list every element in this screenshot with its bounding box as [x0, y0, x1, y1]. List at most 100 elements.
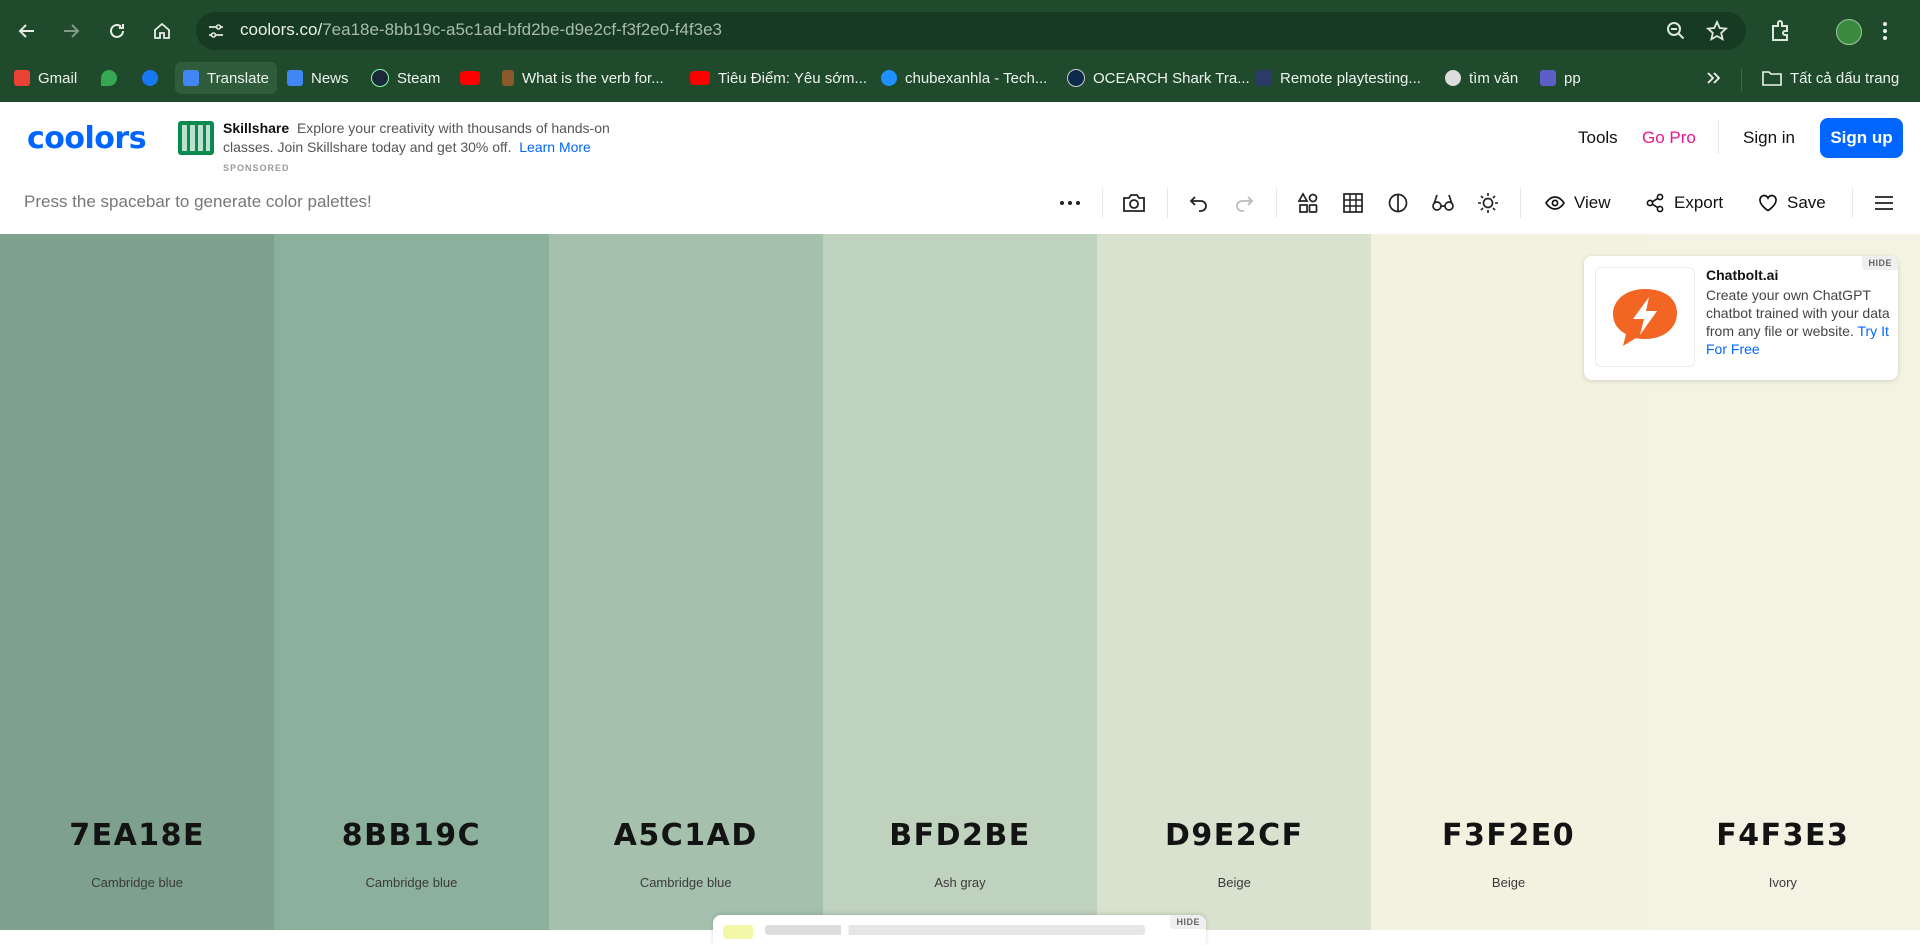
bookmark-steam[interactable]: Steam: [371, 62, 440, 94]
ad-brand: Skillshare: [223, 120, 290, 136]
shapes-icon[interactable]: [1295, 190, 1321, 216]
swatch-hex[interactable]: 8BB19C: [274, 818, 548, 853]
generate-hint: Press the spacebar to generate color pal…: [24, 192, 372, 211]
toolbar-divider: [1102, 188, 1103, 218]
more-options-icon[interactable]: [1057, 190, 1083, 216]
deer-icon: [502, 70, 514, 86]
toolbar-divider: [1276, 188, 1277, 218]
bookmark-verb[interactable]: What is the verb for...: [502, 62, 664, 94]
hide-ad-button[interactable]: HIDE: [1862, 256, 1898, 270]
ad-title: Chatbolt.ai: [1706, 267, 1779, 283]
bookmark-pp[interactable]: pp: [1540, 62, 1581, 94]
skillshare-ad[interactable]: Skillshare Explore your creativity with …: [223, 119, 663, 178]
coolors-logo[interactable]: coolors: [27, 121, 147, 156]
bookmark-remote-playtesting[interactable]: Remote playtesting...: [1256, 62, 1421, 94]
youtube-icon: [690, 71, 710, 85]
bookmark-translate[interactable]: Translate: [175, 62, 277, 94]
view-button[interactable]: View: [1545, 190, 1611, 216]
bookmark-star-icon[interactable]: [1705, 19, 1729, 42]
color-swatch[interactable]: A5C1AD Cambridge blue: [548, 234, 823, 930]
lightning-chat-icon: [1613, 289, 1677, 346]
ad-learn-more-link[interactable]: Learn More: [519, 139, 591, 155]
bookmarks-divider: [1741, 69, 1742, 91]
cloud-icon: [1256, 70, 1272, 86]
color-swatch[interactable]: 8BB19C Cambridge blue: [274, 234, 549, 930]
toolbar-divider: [1852, 188, 1853, 218]
glasses-icon[interactable]: [1430, 190, 1456, 216]
bookmark-gmail[interactable]: Gmail: [14, 62, 77, 94]
panda-icon: [1445, 70, 1461, 86]
ocearch-icon: [1067, 69, 1085, 87]
bookmark-ocearch[interactable]: OCEARCH Shark Tra...: [1067, 62, 1250, 94]
swatch-color-name: Ash gray: [934, 875, 986, 890]
chatbolt-logo: [1595, 267, 1695, 367]
undo-icon[interactable]: [1186, 190, 1212, 216]
pp-icon: [1540, 70, 1556, 86]
swatch-hex[interactable]: D9E2CF: [1097, 818, 1371, 853]
sign-up-button[interactable]: Sign up: [1820, 118, 1903, 158]
steam-icon: [371, 69, 389, 87]
export-button[interactable]: Export: [1645, 190, 1723, 216]
browser-titlebar: coolors.co/7ea18e-8bb19c-a5c1ad-bfd2be-d…: [0, 0, 1920, 62]
bookmark-facebook[interactable]: [142, 62, 166, 94]
go-pro-link[interactable]: Go Pro: [1642, 128, 1696, 148]
hamburger-menu-icon[interactable]: [1871, 190, 1897, 216]
chatbolt-ad[interactable]: Chatbolt.ai Create your own ChatGPT chat…: [1584, 256, 1898, 380]
zoom-icon[interactable]: [1665, 20, 1687, 42]
extensions-icon[interactable]: [1768, 18, 1794, 44]
folder-icon: [1762, 71, 1782, 86]
color-swatch[interactable]: D9E2CF Beige: [1097, 234, 1372, 930]
contrast-icon[interactable]: [1385, 190, 1411, 216]
reload-icon[interactable]: [104, 18, 130, 44]
heart-icon: [1759, 194, 1777, 212]
toolbar-divider: [1167, 188, 1168, 218]
bookmarks-overflow-icon[interactable]: [1705, 62, 1721, 94]
ad-description: Create your own ChatGPT chatbot trained …: [1706, 286, 1892, 358]
bookmark-news[interactable]: News: [287, 62, 349, 94]
site-info-icon[interactable]: [206, 21, 226, 41]
site-header: coolors Skillshare Explore your creativi…: [0, 102, 1920, 173]
swatch-hex[interactable]: A5C1AD: [549, 818, 823, 853]
brightness-icon[interactable]: [1475, 190, 1501, 216]
save-label: Save: [1787, 193, 1826, 212]
bookmark-tieu-diem[interactable]: Tiêu Điểm: Yêu sớm...: [690, 62, 867, 94]
swatch-color-name: Beige: [1491, 875, 1526, 890]
bookmark-maps[interactable]: [101, 62, 125, 94]
hide-bottom-ad-button[interactable]: HIDE: [1170, 915, 1206, 929]
all-bookmarks[interactable]: Tất cả dấu trang: [1762, 62, 1899, 94]
swatch-hex[interactable]: BFD2BE: [823, 818, 1097, 853]
tools-menu[interactable]: Tools: [1578, 128, 1618, 148]
swatch-color-name: Cambridge blue: [91, 875, 184, 890]
share-icon: [1646, 193, 1664, 213]
bookmark-youtube[interactable]: [460, 62, 488, 94]
home-icon[interactable]: [149, 18, 175, 44]
chubexanhla-icon: [881, 70, 897, 86]
color-swatch[interactable]: 7EA18E Cambridge blue: [0, 234, 275, 930]
camera-icon[interactable]: [1121, 190, 1147, 216]
youtube-icon: [460, 71, 480, 85]
redo-icon[interactable]: [1231, 190, 1257, 216]
bookmark-tim-van[interactable]: tìm văn: [1445, 62, 1518, 94]
toolbar-divider: [1520, 188, 1521, 218]
skillshare-ad-image[interactable]: [178, 121, 214, 155]
export-label: Export: [1674, 193, 1724, 212]
bottom-ad[interactable]: HIDE: [713, 915, 1206, 945]
swatch-hex[interactable]: F3F2E0: [1371, 818, 1645, 853]
browser-menu-icon[interactable]: [1880, 20, 1890, 42]
back-icon[interactable]: [14, 18, 40, 44]
profile-avatar[interactable]: [1836, 19, 1862, 45]
bookmark-chubexanhla[interactable]: chubexanhla - Tech...: [881, 62, 1047, 94]
bottom-ad-image: [723, 925, 753, 939]
view-label: View: [1574, 193, 1611, 212]
swatch-hex[interactable]: F4F3E3: [1646, 818, 1920, 853]
sign-in-link[interactable]: Sign in: [1743, 128, 1795, 148]
swatch-color-name: Cambridge blue: [365, 875, 458, 890]
swatch-hex[interactable]: 7EA18E: [0, 818, 274, 853]
forward-icon[interactable]: [58, 18, 84, 44]
color-swatch[interactable]: BFD2BE Ash gray: [822, 234, 1098, 930]
translate-icon: [183, 70, 199, 86]
url-text[interactable]: coolors.co/7ea18e-8bb19c-a5c1ad-bfd2be-d…: [240, 20, 722, 40]
swatch-color-name: Beige: [1217, 875, 1251, 890]
grid-icon[interactable]: [1340, 190, 1366, 216]
save-button[interactable]: Save: [1758, 190, 1826, 216]
